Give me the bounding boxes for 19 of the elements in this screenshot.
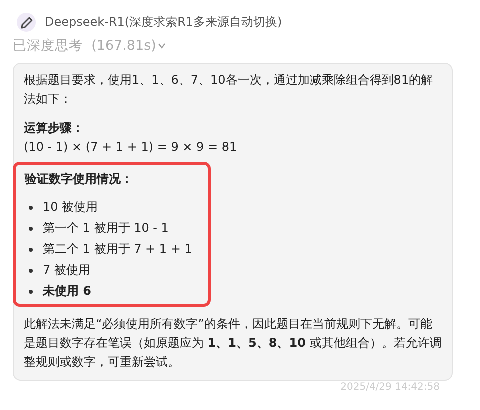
- verify-heading: 验证数字使用情况：: [25, 171, 134, 188]
- list-item: 7 被使用: [43, 262, 90, 279]
- model-name: Deepseek-R1(深度求索R1多来源自动切换): [45, 14, 282, 31]
- bullet-icon: [29, 290, 33, 294]
- steps-heading: 运算步骤：: [24, 120, 85, 137]
- list-item: 第一个 1 被用于 10 - 1: [43, 220, 169, 237]
- pencil-icon: [17, 13, 36, 32]
- bullet-icon: [29, 268, 33, 272]
- bullet-icon: [29, 226, 33, 230]
- thinking-toggle[interactable]: 已深度思考 (167.81s): [13, 37, 166, 55]
- bullet-icon: [29, 248, 33, 252]
- list-item: 10 被使用: [43, 199, 98, 216]
- intro-paragraph: 根据题目要求，使用1、1、6、7、10各一次，通过加减乘除组合得到81的解法如下：: [24, 72, 434, 108]
- formula: (10 - 1) × (7 + 1 + 1) = 9 × 9 = 81: [24, 139, 238, 156]
- list-item: 未使用 6: [43, 283, 92, 300]
- list-item: 第二个 1 被用于 7 + 1 + 1: [43, 241, 192, 258]
- conclusion-paragraph: 此解法未满足“必须使用所有数字”的条件，因此题目在当前规则下无解。可能是题目数字存在笔误（如原题应为 1、1、5、8、10 或其他组合）。若允许调整规则或数字，可重新尝试。: [24, 316, 442, 371]
- bullet-icon: [29, 206, 33, 210]
- chevron-icon: [158, 42, 166, 50]
